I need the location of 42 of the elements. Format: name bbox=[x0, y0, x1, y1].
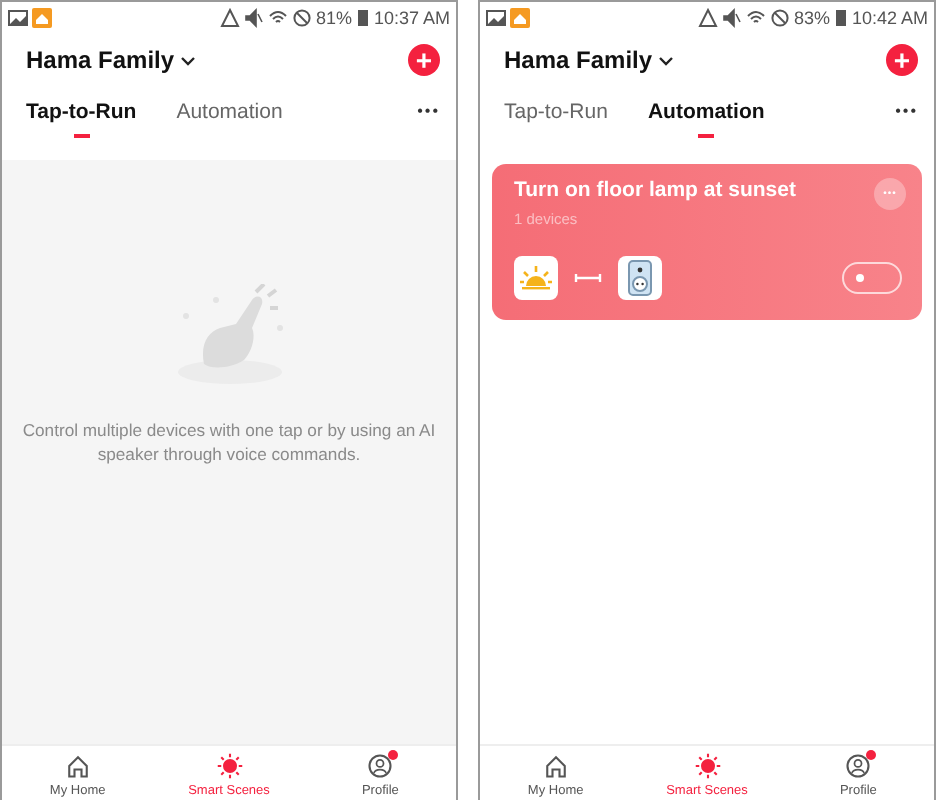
battery-icon bbox=[355, 7, 370, 27]
battery-icon bbox=[833, 7, 848, 27]
more-button[interactable]: ••• bbox=[417, 96, 440, 126]
home-name[interactable]: Hama Family bbox=[504, 46, 653, 74]
app-icon bbox=[32, 7, 52, 27]
sun-icon bbox=[691, 752, 723, 780]
mute-icon bbox=[243, 7, 264, 27]
add-button[interactable]: + bbox=[886, 44, 918, 76]
scene-title: Turn on floor lamp at sunset bbox=[514, 178, 796, 202]
smart-plug-icon bbox=[618, 256, 662, 300]
do-not-disturb-icon bbox=[769, 7, 790, 27]
chevron-down-icon bbox=[180, 53, 197, 67]
sun-icon bbox=[213, 752, 245, 780]
wifi-icon bbox=[267, 7, 288, 27]
empty-state-message: Control multiple devices with one tap or by using an AI speaker through voice commands. bbox=[20, 420, 438, 467]
profile-icon bbox=[364, 752, 397, 780]
more-button[interactable]: ••• bbox=[895, 96, 918, 126]
battery-percent: 81% bbox=[315, 7, 352, 27]
alert-icon bbox=[697, 7, 718, 27]
arrow-icon bbox=[574, 272, 602, 284]
chevron-down-icon bbox=[658, 53, 675, 67]
clock-time: 10:37 AM bbox=[373, 7, 450, 27]
home-name[interactable]: Hama Family bbox=[26, 46, 175, 74]
profile-icon bbox=[842, 752, 875, 780]
sunset-icon bbox=[514, 256, 558, 300]
add-button[interactable]: + bbox=[408, 44, 440, 76]
image-icon bbox=[8, 7, 28, 27]
scene-toggle[interactable] bbox=[842, 262, 902, 294]
do-not-disturb-icon bbox=[291, 7, 312, 27]
clock-time: 10:42 AM bbox=[851, 7, 928, 27]
scene-tab[interactable]: Tap-to-Run bbox=[26, 96, 137, 138]
mute-icon bbox=[721, 7, 742, 27]
alert-icon bbox=[219, 7, 240, 27]
notification-dot bbox=[866, 750, 877, 760]
app-icon bbox=[510, 7, 530, 27]
wifi-icon bbox=[745, 7, 766, 27]
scene-tab[interactable]: Tap-to-Run bbox=[504, 96, 608, 138]
image-icon bbox=[486, 7, 506, 27]
battery-percent: 83% bbox=[793, 7, 830, 27]
notification-dot bbox=[388, 750, 399, 760]
scene-tab[interactable]: Automation bbox=[176, 96, 283, 138]
scene-tab[interactable]: Automation bbox=[647, 96, 765, 138]
